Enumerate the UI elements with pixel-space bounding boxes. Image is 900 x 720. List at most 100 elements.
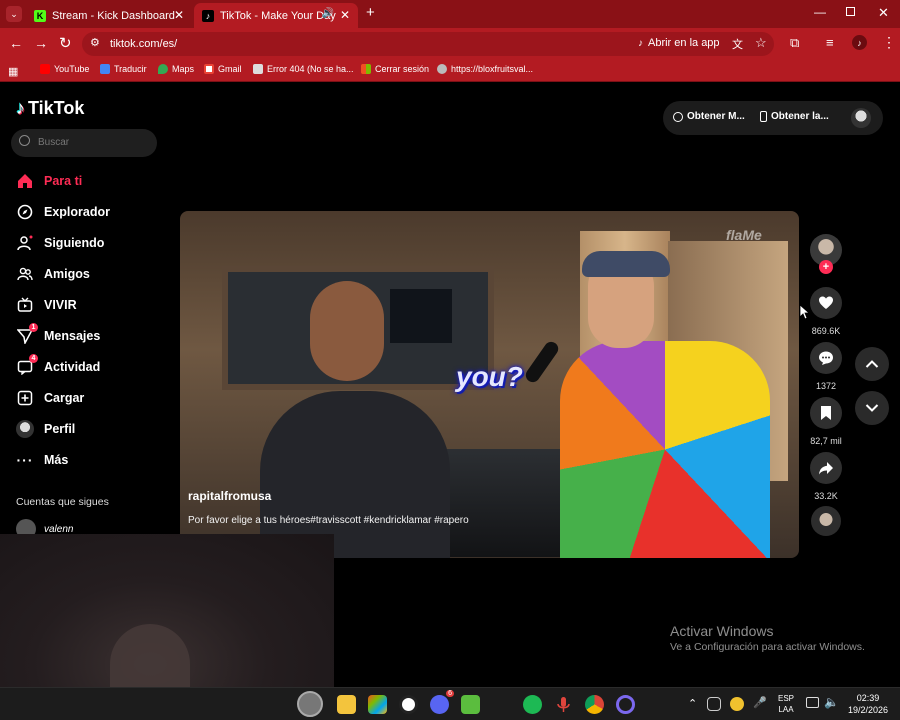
tiktok-logo[interactable]: ♪ TikTok	[16, 98, 84, 119]
minecraft-icon[interactable]	[461, 695, 480, 714]
video-watermark: flaMe	[726, 227, 762, 243]
like-button[interactable]	[810, 287, 842, 319]
close-tab-icon[interactable]: ✕	[174, 8, 184, 22]
cortana-icon[interactable]	[616, 695, 635, 714]
apps-grid-icon[interactable]: ▦	[8, 65, 18, 78]
open-in-app-button[interactable]: ♪ Abrir en la app	[638, 37, 720, 49]
following-user-icon	[16, 234, 34, 252]
tray-overflow-icon[interactable]: ⌃	[688, 697, 697, 710]
nav-live[interactable]: VIVIR	[16, 296, 77, 314]
search-box[interactable]: Buscar	[11, 129, 157, 157]
previous-video-button[interactable]	[855, 347, 889, 381]
bookmark-logout[interactable]: Cerrar sesión	[361, 64, 429, 74]
nav-explore[interactable]: Explorador	[16, 203, 110, 221]
nav-following[interactable]: Siguiendo	[16, 234, 104, 252]
live-tv-icon	[16, 296, 34, 314]
friends-icon	[16, 265, 34, 283]
follow-plus-icon[interactable]: +	[819, 260, 833, 274]
coin-icon	[673, 111, 683, 122]
nav-profile[interactable]: Perfil	[16, 420, 75, 438]
clock[interactable]: 02:39 19/2/2026	[845, 692, 891, 716]
next-video-button[interactable]	[855, 391, 889, 425]
extensions-icon[interactable]: ⧉	[790, 35, 799, 51]
discord-badge: 6	[446, 690, 454, 697]
profile-icon[interactable]: ♪	[852, 35, 867, 50]
browser-menu-icon[interactable]: ⋮	[882, 34, 896, 51]
tab-kick-dashboard[interactable]: K Stream - Kick Dashboard ✕	[26, 3, 192, 28]
reload-icon[interactable]: ↻	[59, 34, 72, 52]
hat	[582, 251, 670, 277]
microphone-app-icon[interactable]	[554, 695, 573, 714]
audio-playing-icon[interactable]: 🔊	[322, 8, 334, 19]
forward-icon[interactable]: →	[34, 35, 48, 51]
search-icon	[19, 135, 30, 146]
following-username: valenn	[44, 523, 74, 535]
media-control-icon[interactable]: ≡	[826, 35, 834, 50]
tiktok-small-icon: ♪	[638, 37, 643, 49]
nav-more[interactable]: ··· Más	[16, 451, 69, 469]
bookmark-error-404[interactable]: Error 404 (No se ha...	[253, 64, 354, 74]
comment-button[interactable]	[810, 342, 842, 374]
close-window-icon[interactable]: ✕	[878, 5, 889, 21]
bookmark-youtube[interactable]: YouTube	[40, 64, 89, 74]
minimize-icon[interactable]: —	[814, 5, 826, 19]
get-app-button[interactable]: Obtener la...	[760, 111, 829, 122]
save-button[interactable]	[810, 397, 842, 429]
site-info-icon[interactable]: ⚙	[90, 36, 100, 49]
discord-icon[interactable]: 6	[430, 690, 454, 714]
bookmark-translate[interactable]: Traducir	[100, 64, 147, 74]
share-button[interactable]	[810, 452, 842, 484]
tab-list-chevron-icon[interactable]: ⌄	[6, 6, 22, 22]
home-icon	[16, 172, 34, 190]
tiktok-logo-icon: ♪	[16, 98, 25, 118]
close-tab-icon[interactable]: ✕	[340, 8, 350, 22]
chevron-up-icon	[865, 360, 879, 368]
tab-tiktok[interactable]: ♪ TikTok - Make Your Day 🔊 ✕	[194, 3, 358, 28]
avatar	[16, 420, 34, 438]
bookmark-gmail[interactable]: Gmail	[204, 64, 242, 74]
nav-activity[interactable]: 4 Actividad	[16, 354, 100, 376]
spotify-icon[interactable]	[523, 695, 542, 714]
avatar[interactable]	[851, 108, 871, 128]
share-count: 33.2K	[814, 491, 838, 501]
activity-badge: 4	[29, 354, 38, 363]
clock-date: 19/2/2026	[847, 705, 889, 715]
tray-app-icon[interactable]	[707, 697, 721, 711]
messages-icon: 1	[16, 323, 38, 345]
new-tab-icon[interactable]: +	[366, 4, 375, 21]
nav-upload[interactable]: Cargar	[16, 389, 84, 407]
clock-time: 02:39	[856, 693, 880, 703]
network-icon[interactable]	[806, 697, 819, 708]
get-coins-button[interactable]: Obtener M...	[673, 111, 745, 122]
following-heading: Cuentas que sigues	[16, 496, 109, 508]
file-explorer-icon[interactable]	[337, 695, 356, 714]
video-author[interactable]: rapitalfromusa	[188, 489, 271, 503]
start-bird-icon[interactable]	[297, 691, 323, 717]
app-store-icon[interactable]	[368, 695, 387, 714]
nav-friends[interactable]: Amigos	[16, 265, 90, 283]
chrome-icon[interactable]	[585, 695, 604, 714]
bookmark-maps[interactable]: Maps	[158, 64, 194, 74]
language-indicator[interactable]: ESP LAA	[778, 693, 794, 715]
tray-mic-icon[interactable]: 🎤	[753, 696, 767, 709]
bookmarks-bar: ▦ YouTube Traducir Maps Gmail Error 404 …	[0, 60, 900, 82]
person-head	[310, 281, 384, 381]
video-player[interactable]: flaMe you? rapitalfromusa Por favor elig…	[180, 211, 799, 558]
windows-taskbar: 6 ⌃ 🎤 ESP LAA 🔈 02:39 19/2/2026	[0, 687, 900, 720]
translate-icon[interactable]: 文	[732, 36, 743, 52]
back-icon[interactable]: ←	[9, 35, 23, 51]
restore-icon[interactable]	[846, 7, 855, 16]
address-bar[interactable]: ⚙ tiktok.com/es/ ♪ Abrir en la app 文 ☆	[82, 32, 774, 56]
bookmark-bloxfruits[interactable]: https://bloxfruitsval...	[437, 64, 533, 74]
bookmark-star-icon[interactable]: ☆	[755, 35, 767, 51]
microphone-icon	[523, 339, 561, 385]
nav-messages[interactable]: 1 Mensajes	[16, 323, 100, 345]
nav-for-you[interactable]: Para ti	[16, 172, 82, 190]
tab-title: Stream - Kick Dashboard	[52, 9, 175, 22]
music-disc-avatar[interactable]	[811, 506, 841, 536]
tray-app-icon[interactable]	[730, 697, 744, 711]
heart-icon	[819, 296, 833, 309]
volume-icon[interactable]: 🔈	[824, 695, 839, 709]
clock-app-icon[interactable]	[399, 695, 418, 714]
comment-icon	[819, 351, 833, 365]
